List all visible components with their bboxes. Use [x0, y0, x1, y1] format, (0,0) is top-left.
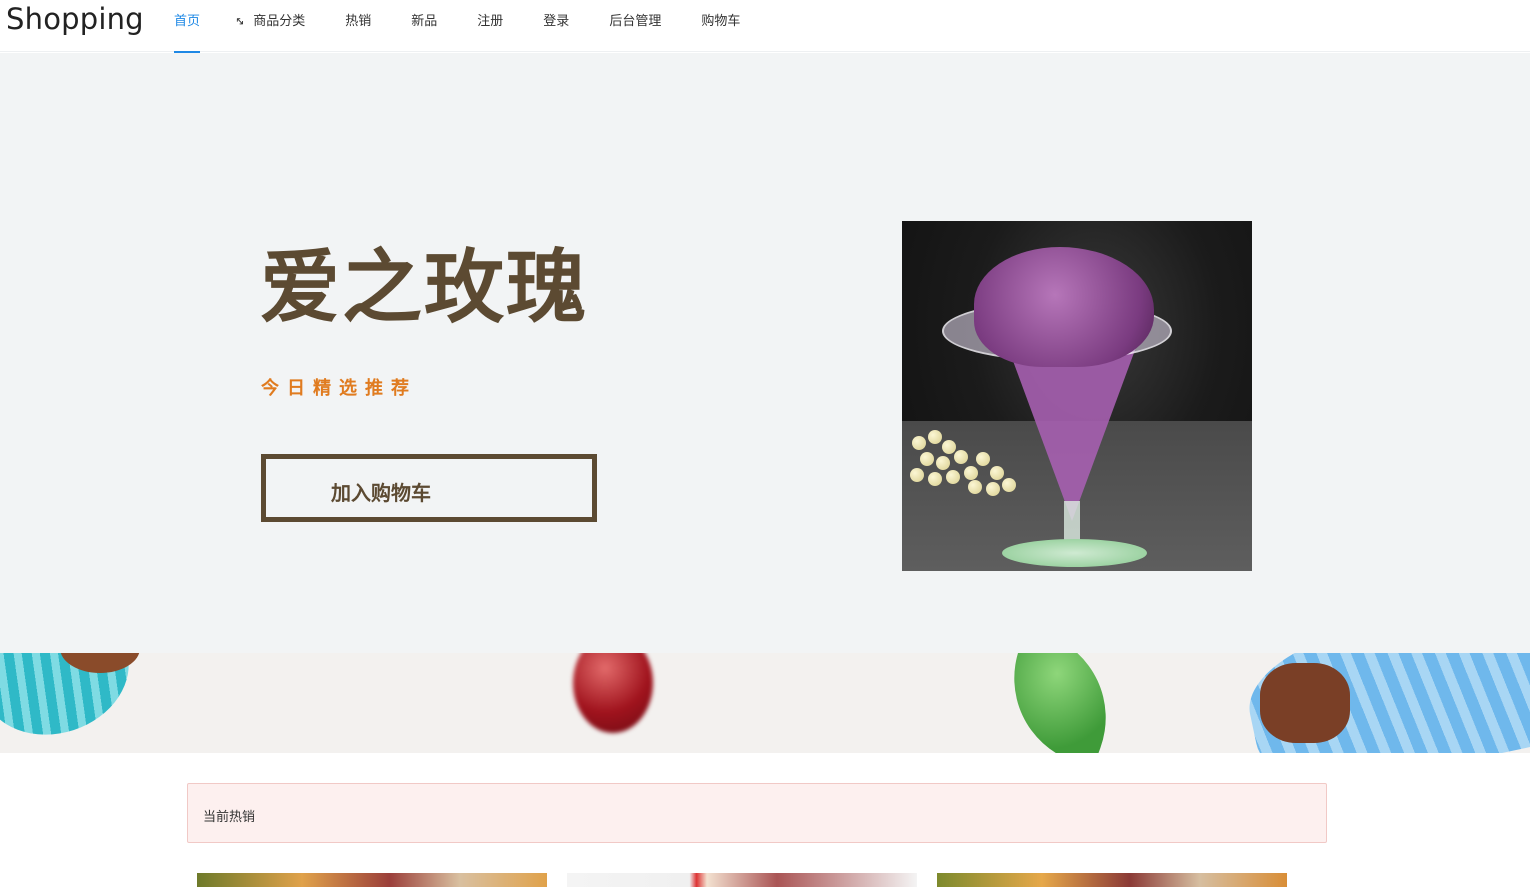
nav-categories-label: 商品分类	[253, 14, 306, 29]
nav-hot[interactable]: 热销	[345, 0, 371, 52]
decorative-banner	[0, 653, 1530, 753]
product-image-berries	[906, 426, 1026, 496]
cherry-image	[573, 653, 653, 733]
hero-banner: 爱之玫瑰 今日精选推荐 加入购物车	[0, 53, 1530, 653]
product-image-stem	[1064, 501, 1080, 541]
nav-cart[interactable]: 购物车	[701, 0, 740, 52]
nav-new-label: 新品	[411, 14, 438, 29]
main-nav: 首页 ↕ 商品分类 热销 新品 注册 登录 后台管理 购物车	[174, 0, 780, 53]
product-image[interactable]	[902, 221, 1252, 571]
product-card[interactable]	[937, 873, 1287, 887]
nav-home[interactable]: 首页	[174, 0, 201, 53]
add-to-cart-button[interactable]: 加入购物车	[261, 454, 597, 522]
hot-products-label: 当前热销	[203, 810, 256, 825]
brand-logo[interactable]: Shopping	[6, 2, 144, 36]
nav-login[interactable]: 登录	[543, 0, 569, 52]
nav-register-label: 注册	[477, 14, 504, 29]
product-card[interactable]	[567, 873, 917, 887]
nav-hot-label: 热销	[345, 14, 372, 29]
nav-login-label: 登录	[543, 14, 570, 29]
cupcake-right	[1260, 663, 1350, 743]
nav-new[interactable]: 新品	[411, 0, 437, 52]
nav-admin[interactable]: 后台管理	[609, 0, 661, 52]
nav-admin-label: 后台管理	[609, 14, 662, 29]
top-navbar: Shopping 首页 ↕ 商品分类 热销 新品 注册 登录 后台管理 购物车	[0, 0, 1530, 53]
product-image-scoop	[974, 247, 1154, 367]
hero-title: 爱之玫瑰	[260, 241, 588, 334]
hot-products-alert: 当前热销	[187, 783, 1327, 843]
hot-products-list	[197, 873, 1307, 887]
product-card[interactable]	[197, 873, 547, 887]
nav-home-label: 首页	[174, 14, 201, 29]
add-to-cart-label: 加入购物车	[331, 481, 431, 505]
hero-subtitle: 今日精选推荐	[261, 378, 417, 399]
mint-leaf-image	[989, 653, 1131, 753]
product-image-base	[1002, 539, 1147, 567]
nav-cart-label: 购物车	[701, 14, 741, 29]
nav-register[interactable]: 注册	[477, 0, 503, 52]
nav-categories[interactable]: ↕ 商品分类	[232, 0, 306, 52]
